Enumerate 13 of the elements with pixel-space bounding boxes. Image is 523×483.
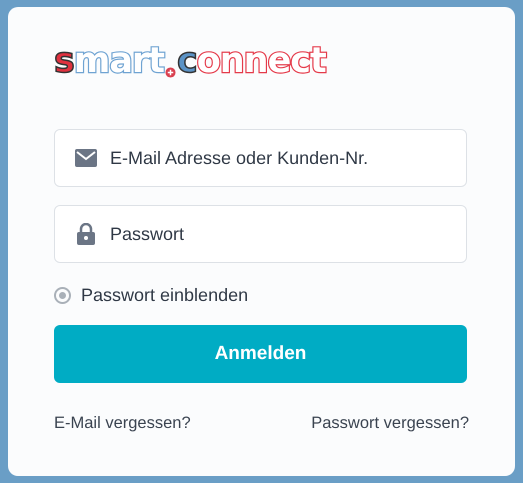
forgot-email-link[interactable]: E-Mail vergessen?: [54, 411, 191, 436]
forgot-password-link[interactable]: Passwort vergessen?: [311, 411, 469, 436]
password-field[interactable]: Passwort: [54, 205, 467, 263]
logo-text: mart: [74, 44, 164, 79]
plus-dot-icon: [164, 67, 176, 78]
logo-text: onnect: [196, 44, 326, 79]
logo-text: s: [54, 44, 74, 79]
lock-icon: [76, 223, 94, 245]
logo-text: c: [176, 44, 197, 79]
email-field[interactable]: E-Mail Adresse oder Kunden-Nr.: [54, 129, 467, 187]
radio-button[interactable]: [54, 286, 71, 304]
toggle-label[interactable]: Passwort einblenden: [81, 282, 248, 308]
envelope-icon: [74, 149, 96, 167]
